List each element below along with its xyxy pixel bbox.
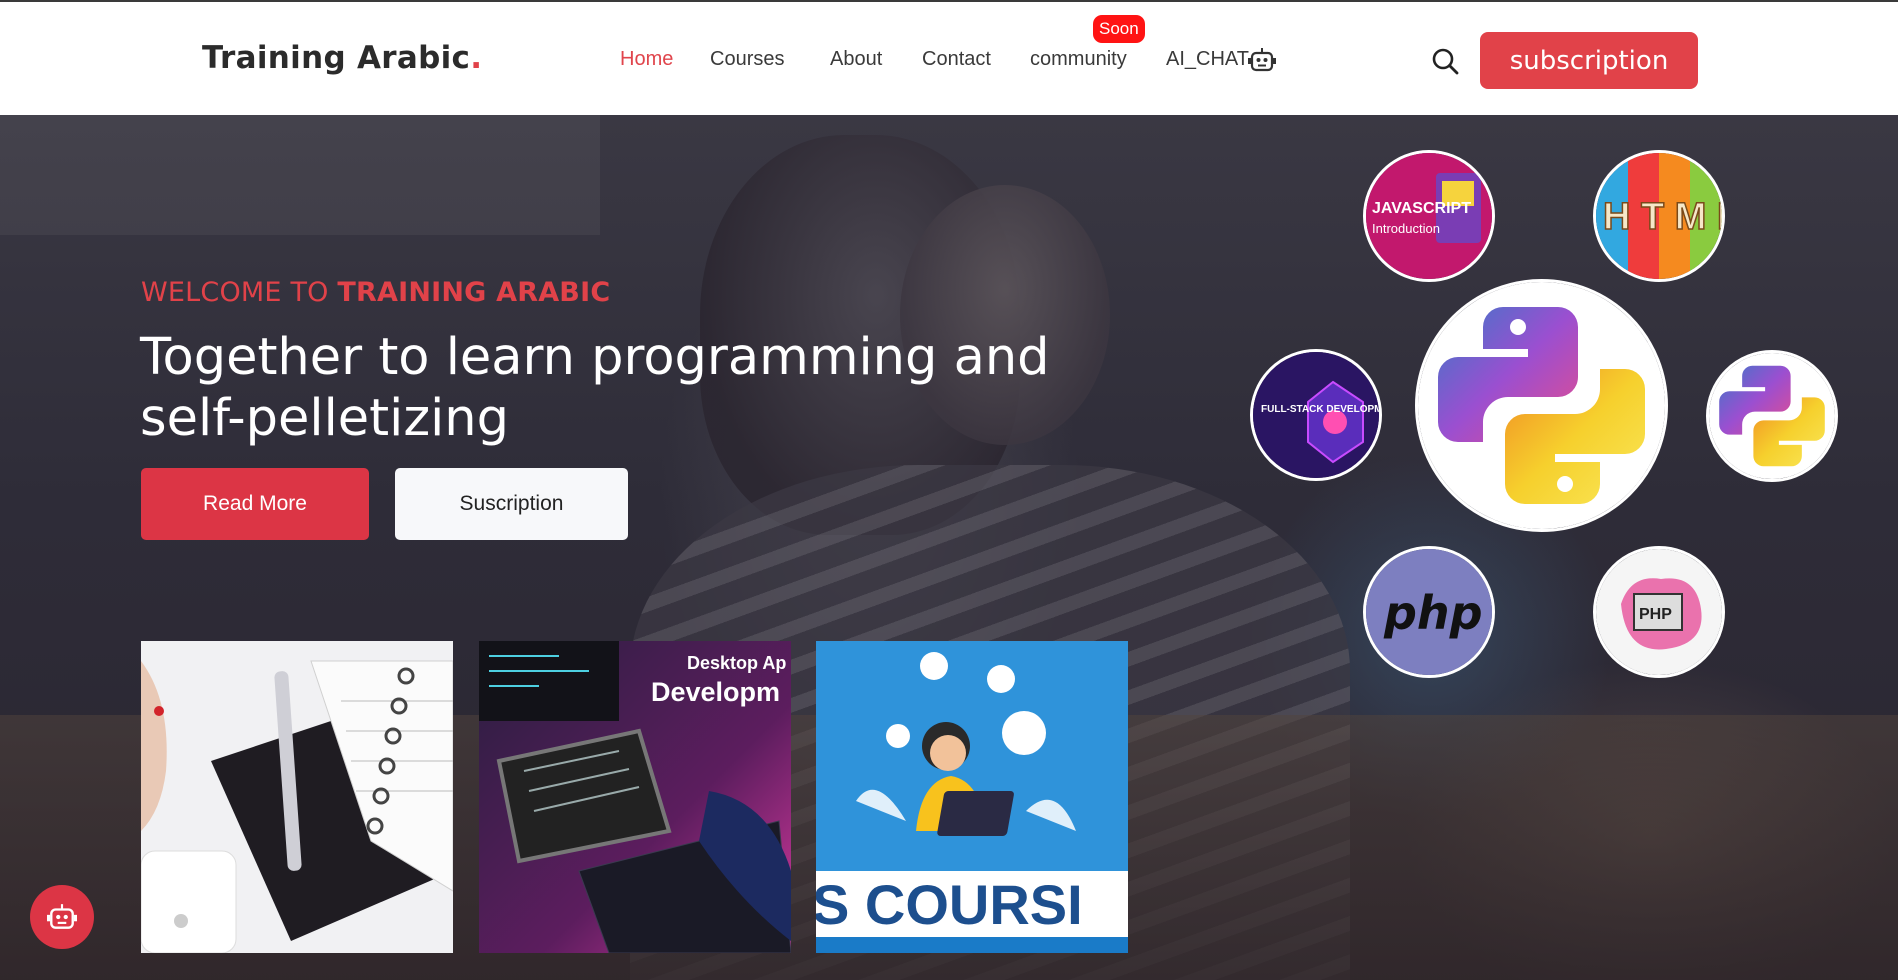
html-logo: H T M L bbox=[1596, 153, 1722, 279]
welcome-prefix: WELCOME TO bbox=[141, 277, 338, 308]
desktop-card-line1: Desktop Ap bbox=[687, 653, 786, 673]
welcome-text: WELCOME TO TRAINING ARABIC bbox=[141, 277, 610, 308]
circle-python-large[interactable] bbox=[1415, 279, 1668, 532]
hero-title: Together to learn programming and self-p… bbox=[140, 328, 1050, 448]
php-text: php bbox=[1383, 586, 1483, 640]
read-more-button[interactable]: Read More bbox=[141, 468, 369, 540]
course-card-courses[interactable]: S COURSI bbox=[816, 641, 1128, 953]
circle-javascript[interactable]: JAVASCRIPT Introduction bbox=[1363, 150, 1495, 282]
welcome-brand: TRAINING ARABIC bbox=[337, 277, 611, 308]
nav-courses[interactable]: Courses bbox=[710, 48, 784, 71]
circle-html[interactable]: H T M L bbox=[1593, 150, 1725, 282]
circle-python-small[interactable] bbox=[1706, 350, 1838, 482]
robot-chat-icon bbox=[47, 904, 77, 929]
logo-text: Training Arabic bbox=[202, 40, 471, 76]
suscription-button[interactable]: Suscription bbox=[395, 468, 628, 540]
soon-badge: Soon bbox=[1093, 15, 1145, 43]
fullstack-logo: FULL-STACK DEVELOPMENT bbox=[1253, 352, 1379, 478]
course-card-notebook[interactable] bbox=[141, 641, 453, 953]
robot-icon bbox=[1248, 48, 1276, 72]
php-alt-text: PHP bbox=[1639, 606, 1672, 623]
courses-image: S COURSI bbox=[816, 641, 1128, 953]
fullstack-text: FULL-STACK DEVELOPMENT bbox=[1261, 404, 1379, 415]
python-logo-small bbox=[1709, 353, 1835, 479]
php-alt-logo: PHP bbox=[1596, 549, 1722, 675]
notebook-image bbox=[141, 641, 453, 953]
nav-about[interactable]: About bbox=[830, 48, 882, 71]
nav-contact[interactable]: Contact bbox=[922, 48, 991, 71]
chatbot-button[interactable] bbox=[30, 885, 94, 949]
top-navbar: Training Arabic. Home Courses About Cont… bbox=[0, 0, 1898, 115]
desktop-card-line2: Developm bbox=[651, 677, 780, 707]
nav-ai-chat[interactable]: AI_CHAT bbox=[1166, 48, 1249, 71]
courses-card-text: S COURSI bbox=[816, 873, 1083, 936]
circle-php-alt[interactable]: PHP bbox=[1593, 546, 1725, 678]
logo-dot: . bbox=[470, 40, 483, 76]
site-logo[interactable]: Training Arabic. bbox=[202, 40, 482, 76]
search-icon[interactable] bbox=[1430, 46, 1460, 76]
javascript-logo: JAVASCRIPT Introduction bbox=[1366, 153, 1492, 279]
javascript-subtext: Introduction bbox=[1372, 221, 1440, 236]
nav-home[interactable]: Home bbox=[620, 48, 673, 71]
subscription-button[interactable]: subscription bbox=[1480, 32, 1698, 89]
hero-section: WELCOME TO TRAINING ARABIC Together to l… bbox=[0, 115, 1898, 980]
circle-php[interactable]: php bbox=[1363, 546, 1495, 678]
circle-fullstack[interactable]: FULL-STACK DEVELOPMENT bbox=[1250, 349, 1382, 481]
course-card-desktop-development[interactable]: Desktop Ap Developm bbox=[479, 641, 791, 953]
desktop-development-image: Desktop Ap Developm bbox=[479, 641, 791, 953]
nav-community[interactable]: community bbox=[1030, 48, 1127, 71]
php-logo: php bbox=[1366, 549, 1492, 675]
javascript-text: JAVASCRIPT bbox=[1372, 200, 1471, 217]
python-logo-large bbox=[1418, 282, 1665, 529]
html-text: H T M L bbox=[1603, 196, 1722, 238]
background-wall bbox=[0, 115, 600, 235]
